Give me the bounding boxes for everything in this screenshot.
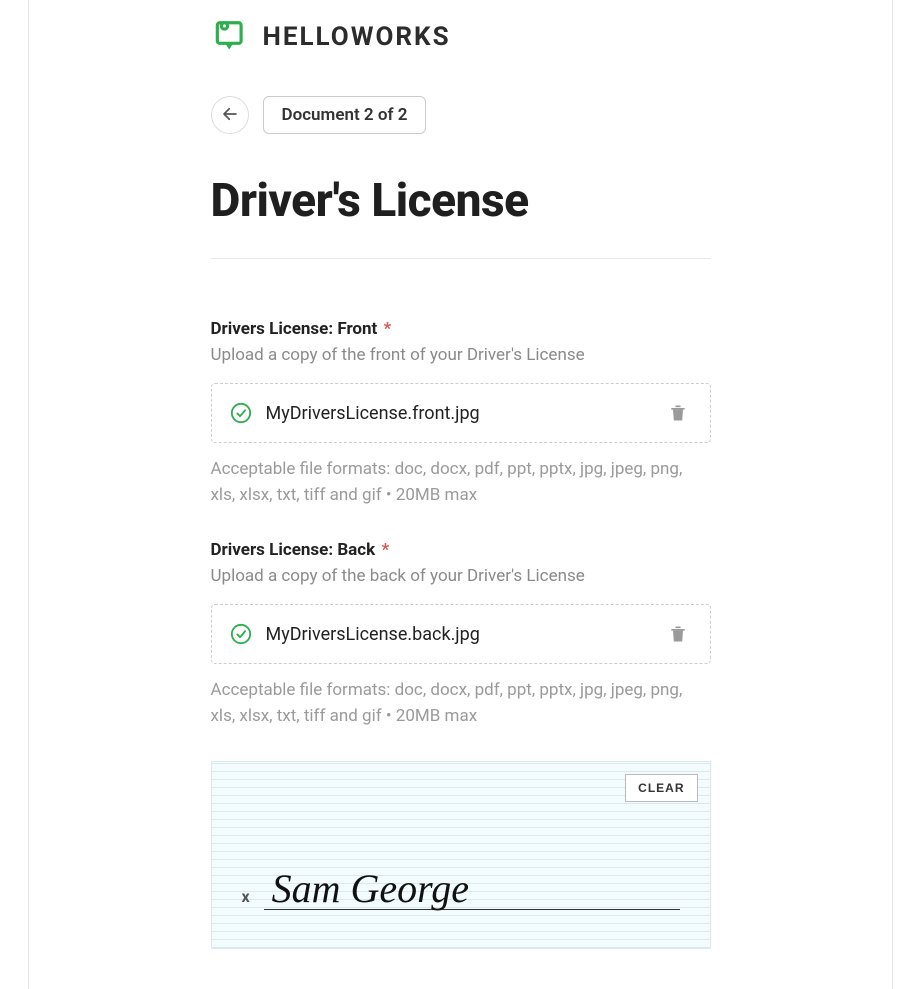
nav-row: Document 2 of 2 <box>211 96 711 134</box>
accepted-formats-text: Acceptable file formats: doc, docx, pdf,… <box>211 457 711 508</box>
delete-file-button[interactable] <box>664 398 692 428</box>
uploaded-file-name: MyDriversLicense.back.jpg <box>266 624 650 645</box>
field-hint: Upload a copy of the front of your Drive… <box>211 345 711 365</box>
field-label-text: Drivers License: Front <box>211 319 378 339</box>
upload-dropzone-back[interactable]: MyDriversLicense.back.jpg <box>211 604 711 664</box>
upload-dropzone-front[interactable]: MyDriversLicense.front.jpg <box>211 383 711 443</box>
field-hint: Upload a copy of the back of your Driver… <box>211 566 711 586</box>
clear-signature-button[interactable]: CLEAR <box>625 774 697 802</box>
check-circle-icon <box>230 623 252 645</box>
page-title: Driver's License <box>211 174 711 228</box>
trash-icon <box>668 402 688 424</box>
signature-underline: Sam George <box>264 860 680 910</box>
delete-file-button[interactable] <box>664 619 692 649</box>
field-label: Drivers License: Front * <box>211 319 711 339</box>
divider <box>211 258 711 259</box>
required-mark: * <box>381 540 389 560</box>
logo: HELLOWORKS <box>211 18 711 56</box>
helloworks-logo-icon <box>211 18 249 56</box>
back-button[interactable] <box>211 96 249 134</box>
upload-field-back: Drivers License: Back * Upload a copy of… <box>211 540 711 729</box>
arrow-left-icon <box>221 105 239 126</box>
field-label-text: Drivers License: Back <box>211 540 376 560</box>
document-counter-badge: Document 2 of 2 <box>263 96 427 134</box>
trash-icon <box>668 623 688 645</box>
accepted-formats-text: Acceptable file formats: doc, docx, pdf,… <box>211 678 711 729</box>
uploaded-file-name: MyDriversLicense.front.jpg <box>266 403 650 424</box>
logo-text: HELLOWORKS <box>263 22 451 52</box>
required-mark: * <box>384 319 392 339</box>
check-circle-icon <box>230 402 252 424</box>
signature-x-mark: x <box>242 887 250 910</box>
signature-line: x Sam George <box>242 860 680 910</box>
signature-pad[interactable]: CLEAR x Sam George <box>211 761 711 949</box>
signature-value: Sam George <box>272 865 469 912</box>
field-label: Drivers License: Back * <box>211 540 711 560</box>
upload-field-front: Drivers License: Front * Upload a copy o… <box>211 319 711 508</box>
